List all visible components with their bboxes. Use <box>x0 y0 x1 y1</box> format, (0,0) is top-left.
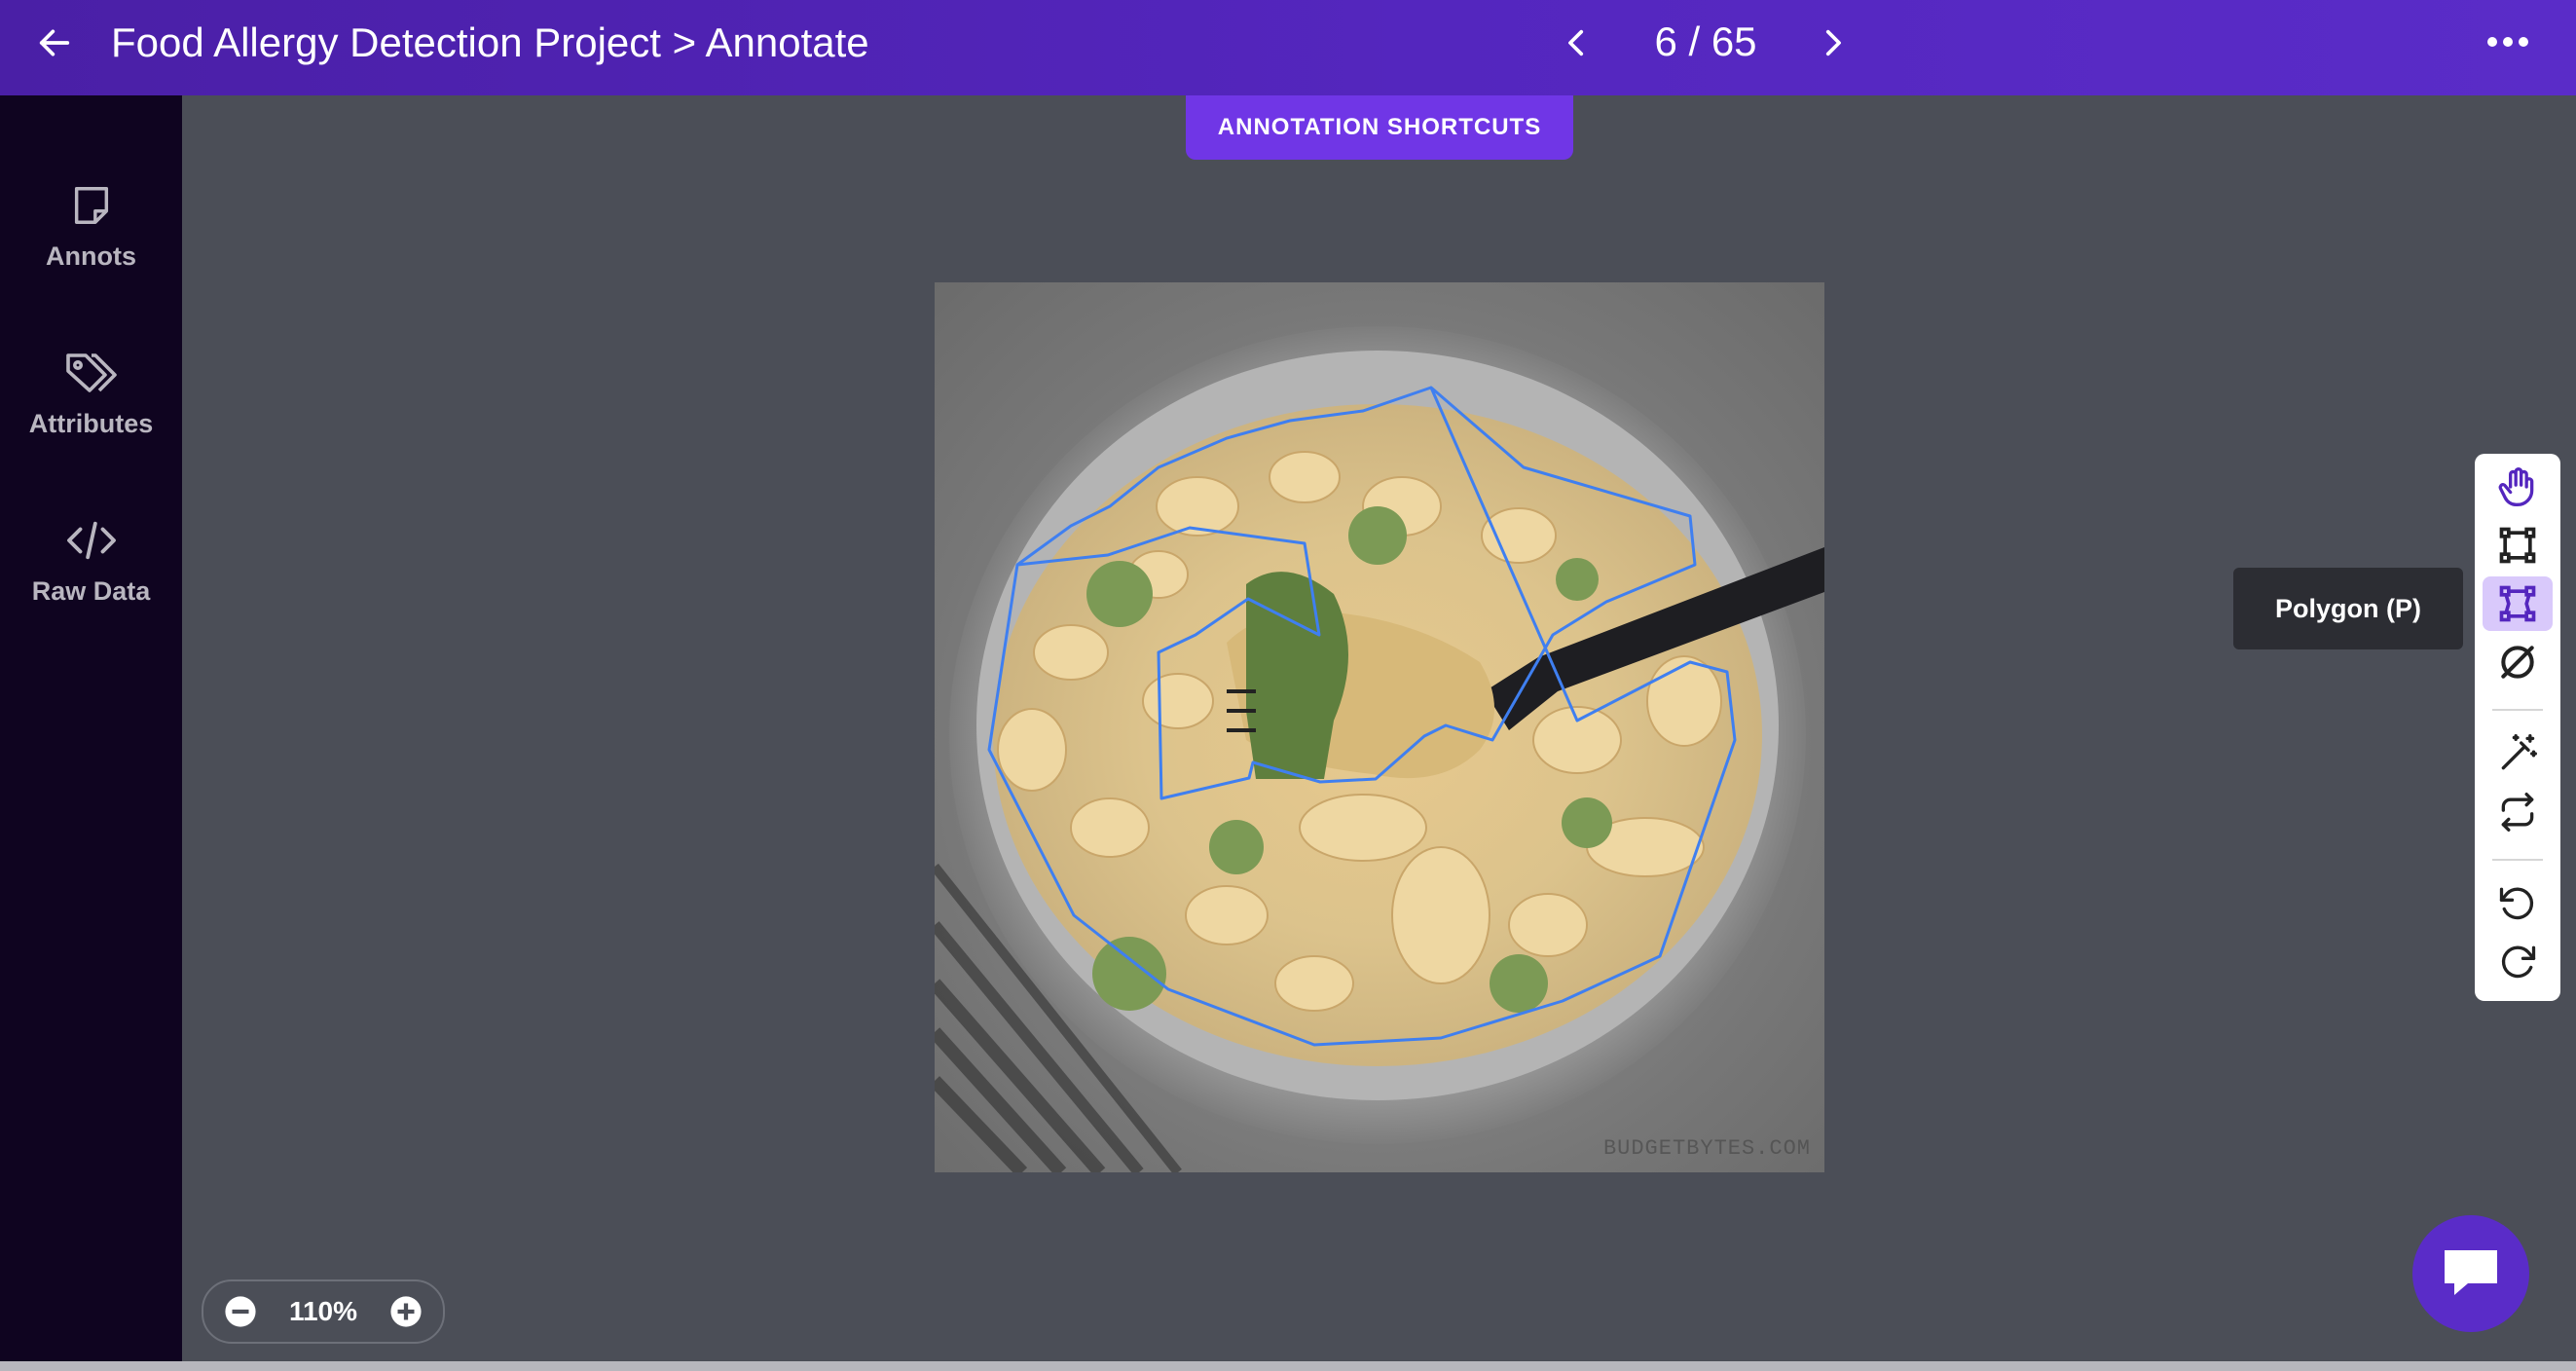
sidebar-item-label: Annots <box>46 241 136 271</box>
magic-wand-icon <box>2501 734 2537 770</box>
tool-tooltip: Polygon (P) <box>2233 568 2463 649</box>
bounding-box-tool-button[interactable] <box>2483 518 2553 573</box>
top-bar: Food Allergy Detection Project > Annotat… <box>0 0 2576 95</box>
page-title: Food Allergy Detection Project > Annotat… <box>111 19 869 65</box>
previous-image-button[interactable] <box>1548 16 1606 70</box>
zoom-in-button[interactable] <box>388 1294 423 1329</box>
sidebar-item-raw-data[interactable]: Raw Data <box>0 510 182 627</box>
repeat-icon <box>2501 793 2534 832</box>
sidebar-item-annots[interactable]: Annots <box>0 175 182 292</box>
back-button[interactable] <box>29 18 80 68</box>
zoom-level: 110% <box>288 1296 358 1326</box>
sidebar-item-attributes[interactable]: Attributes <box>0 343 182 460</box>
redo-button[interactable] <box>2483 935 2553 989</box>
bounding-box-icon <box>2499 527 2536 564</box>
chat-icon <box>2445 1250 2497 1295</box>
annotation-image[interactable]: BUDGETBYTES.COM <box>935 282 1824 1172</box>
note-icon <box>74 187 108 224</box>
redo-icon <box>2501 945 2536 979</box>
zoom-control: 110% <box>202 1279 445 1344</box>
repeat-tool-button[interactable] <box>2483 785 2553 839</box>
sidebar-item-label: Raw Data <box>31 576 151 606</box>
annotation-shortcuts-button[interactable]: ANNOTATION SHORTCUTS <box>1186 95 1573 160</box>
chevron-right-icon <box>1825 29 1841 56</box>
toolbar-divider <box>2492 709 2543 711</box>
image-counter: 6 / 65 <box>1654 19 1757 64</box>
undo-button[interactable] <box>2483 876 2553 931</box>
annotation-toolbar <box>2475 454 2560 1001</box>
chevron-left-icon <box>1568 29 1584 56</box>
zoom-out-button[interactable] <box>223 1294 258 1329</box>
magic-wand-tool-button[interactable] <box>2483 726 2553 781</box>
arrow-left-icon <box>39 29 70 56</box>
toolbar-divider <box>2492 859 2543 861</box>
left-sidebar: Annots Attributes Raw Data <box>0 95 182 1361</box>
no-class-tool-button[interactable] <box>2483 635 2553 689</box>
code-icon <box>66 521 116 560</box>
no-class-icon <box>2501 646 2534 679</box>
bottom-border <box>0 1361 2576 1371</box>
polygon-tool-button[interactable] <box>2483 576 2553 631</box>
undo-icon <box>2499 887 2534 920</box>
minus-circle-icon <box>225 1296 256 1327</box>
sidebar-item-label: Attributes <box>28 409 154 438</box>
more-options-button[interactable] <box>2481 18 2535 66</box>
ellipsis-icon <box>2487 37 2528 47</box>
image-canvas[interactable] <box>935 282 1824 1172</box>
pan-tool-button[interactable] <box>2483 460 2553 514</box>
hand-icon <box>2498 467 2534 506</box>
chat-button[interactable] <box>2412 1215 2529 1332</box>
next-image-button[interactable] <box>1803 16 1861 70</box>
polygon-icon <box>2499 585 2536 622</box>
tags-icon <box>65 353 117 392</box>
image-watermark: BUDGETBYTES.COM <box>1602 1136 1811 1161</box>
plus-circle-icon <box>390 1296 422 1327</box>
